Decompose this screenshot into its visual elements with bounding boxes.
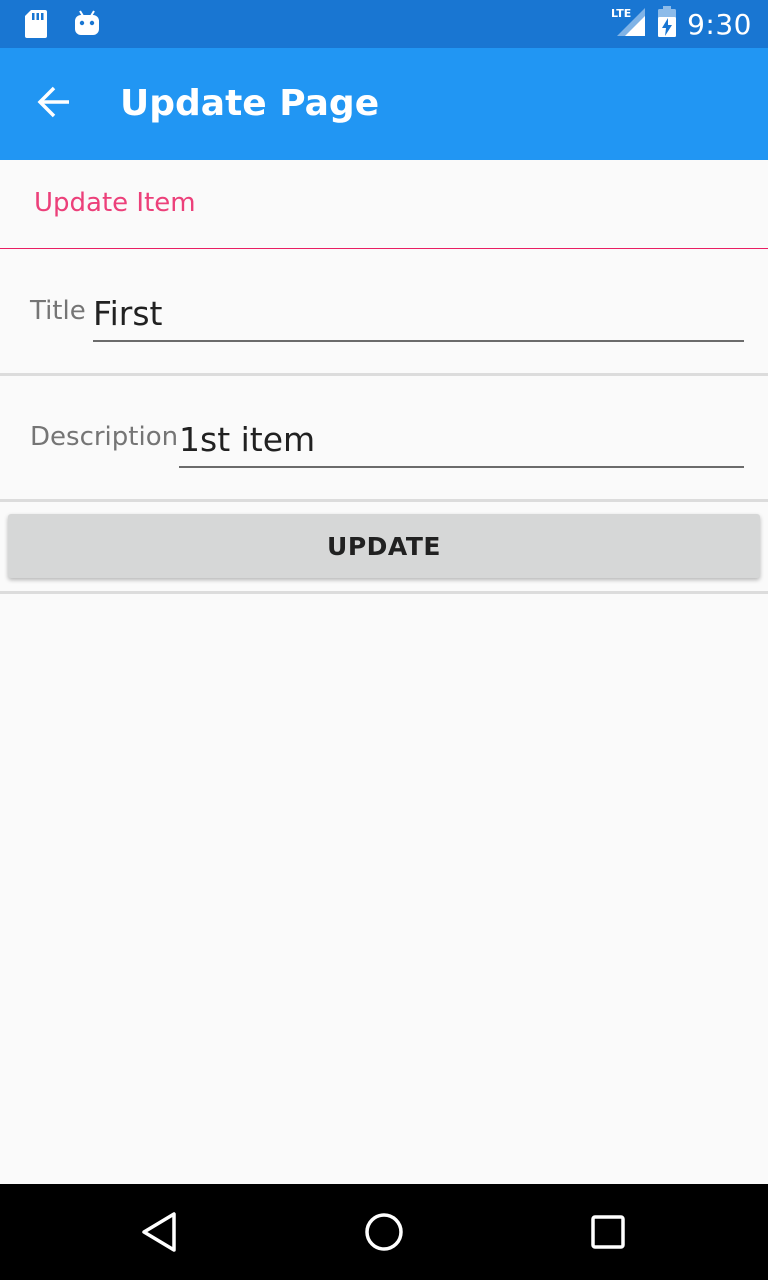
title-input[interactable] <box>93 286 744 342</box>
nav-recents-icon[interactable] <box>584 1208 632 1256</box>
description-input[interactable] <box>179 412 744 468</box>
status-time: 9:30 <box>687 7 752 41</box>
nav-back-icon[interactable] <box>136 1208 184 1256</box>
status-left-icons <box>24 9 100 43</box>
svg-text:LTE: LTE <box>611 7 631 20</box>
update-button[interactable]: UPDATE <box>8 514 760 578</box>
lte-signal-icon: LTE <box>611 7 647 41</box>
description-row: Description <box>0 376 768 502</box>
status-right-icons: LTE 9:30 <box>611 0 752 48</box>
battery-icon <box>657 6 677 42</box>
nav-home-icon[interactable] <box>360 1208 408 1256</box>
button-row: UPDATE <box>0 502 768 594</box>
title-row: Title <box>0 250 768 376</box>
section-header: Update Item <box>0 160 768 249</box>
navigation-bar <box>0 1184 768 1280</box>
arrow-back-icon <box>36 84 72 124</box>
back-button[interactable] <box>22 72 86 136</box>
page-title: Update Page <box>120 83 380 124</box>
android-icon <box>74 9 100 43</box>
title-label: Title <box>30 296 86 326</box>
section-title: Update Item <box>34 188 196 218</box>
app-bar: Update Page <box>0 48 768 160</box>
status-bar: LTE 9:30 <box>0 0 768 48</box>
description-label: Description <box>30 422 179 452</box>
sd-card-icon <box>24 9 48 43</box>
